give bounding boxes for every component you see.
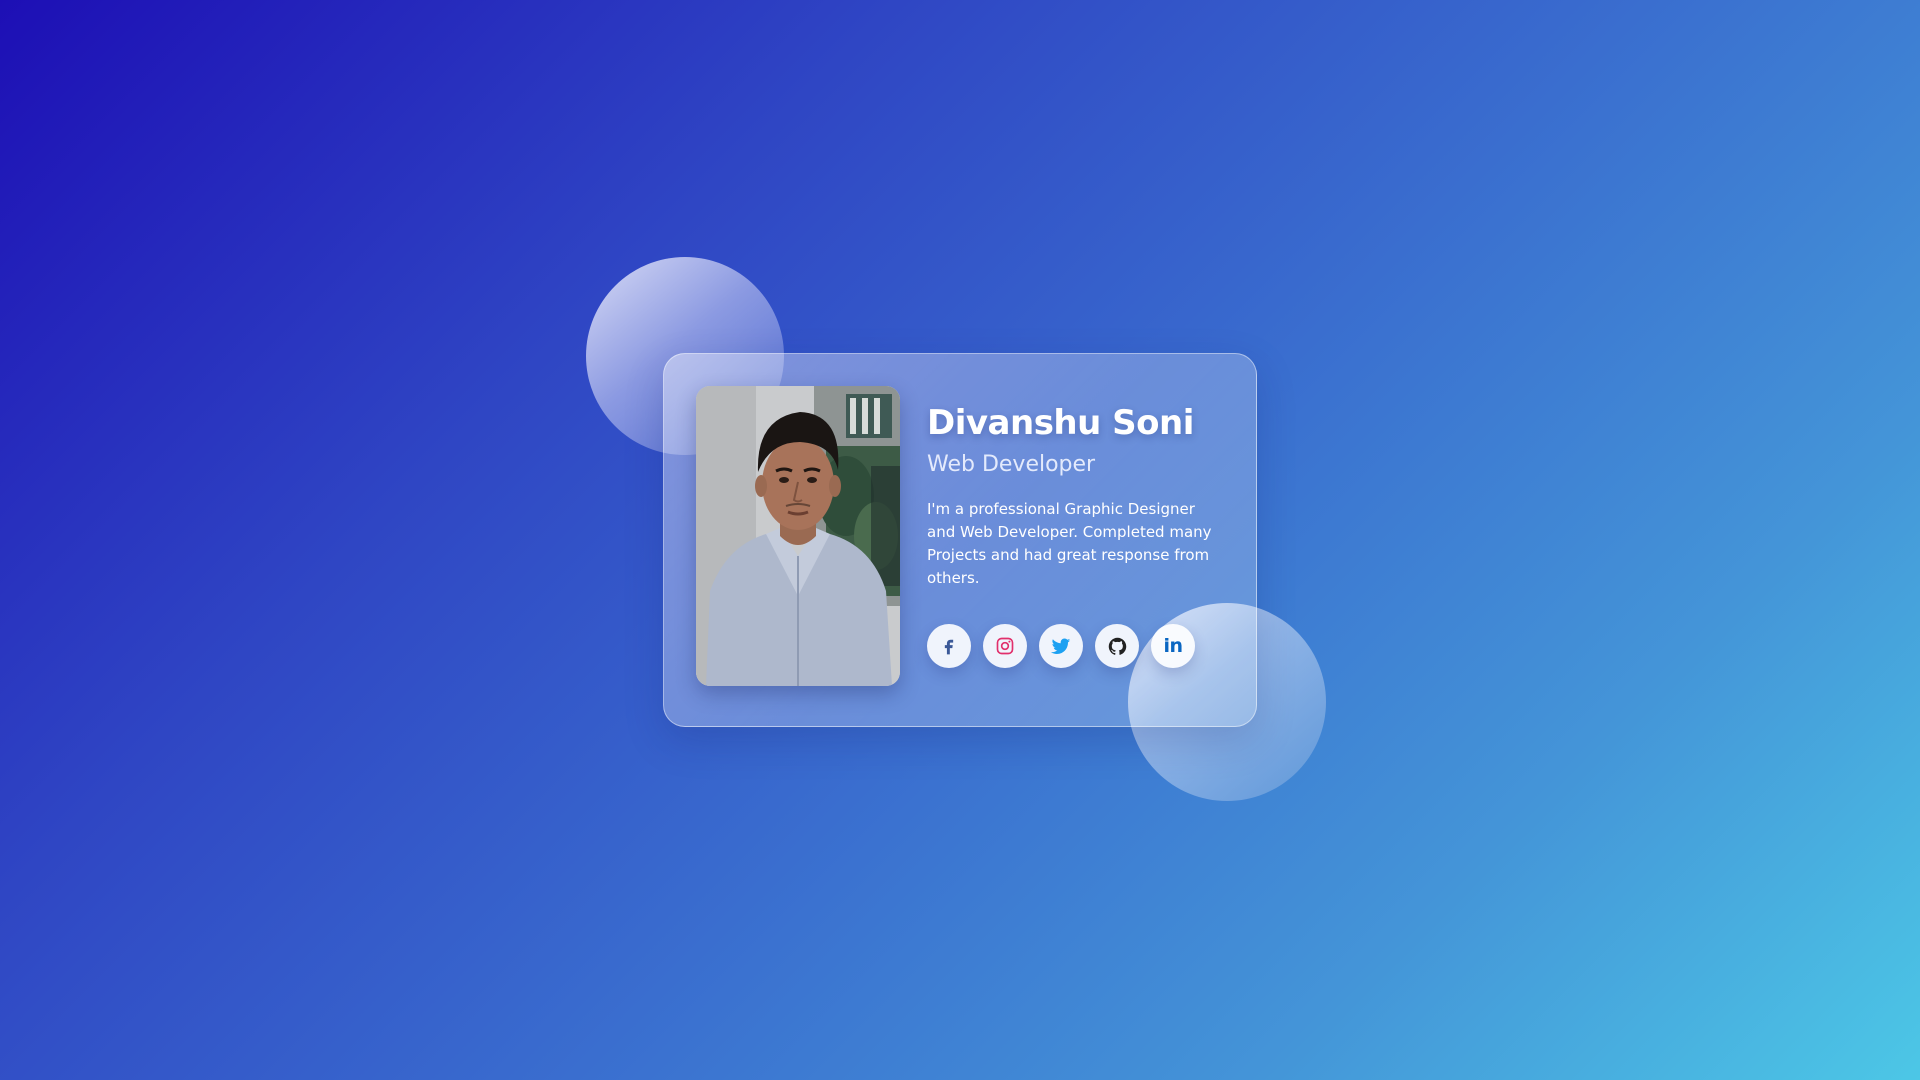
profile-photo [696,386,900,686]
twitter-icon [1050,635,1072,657]
instagram-button[interactable] [983,624,1027,668]
profile-info: Divanshu Soni Web Developer I'm a profes… [927,406,1227,590]
profile-card: Divanshu Soni Web Developer I'm a profes… [663,353,1257,727]
social-links: in [927,624,1195,668]
linkedin-icon: in [1163,634,1183,657]
profile-role: Web Developer [927,452,1096,477]
facebook-button[interactable] [927,624,971,668]
linkedin-button[interactable]: in [1151,624,1195,668]
twitter-button[interactable] [1039,624,1083,668]
github-icon [1107,636,1128,657]
facebook-icon [939,636,959,656]
page-background: Divanshu Soni Web Developer I'm a profes… [0,0,1920,1080]
github-button[interactable] [1095,624,1139,668]
profile-description: I'm a professional Graphic Designer and … [927,500,1212,587]
instagram-icon [995,636,1015,656]
profile-name: Divanshu Soni [927,403,1194,443]
